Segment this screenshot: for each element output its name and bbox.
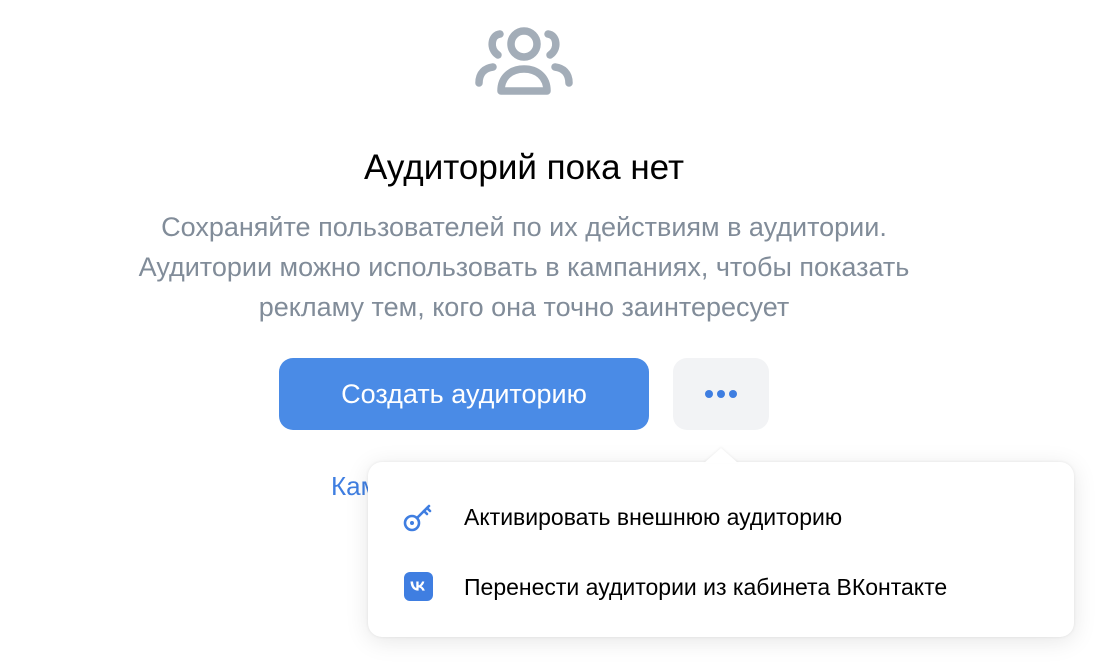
create-audience-button[interactable]: Создать аудиторию — [279, 358, 649, 430]
key-icon — [403, 504, 432, 532]
menu-item-label: Перенести аудитории из кабинета ВКонтакт… — [464, 574, 948, 600]
menu-item-activate-external-audience[interactable]: Активировать внешнюю аудиторию — [368, 482, 1074, 552]
description-line: рекламу тем, кого она точно заинтересует — [258, 292, 790, 322]
users-icon — [475, 27, 573, 95]
empty-state-title: Аудиторий пока нет — [363, 148, 684, 187]
vk-logo-icon — [404, 572, 433, 601]
audiences-page: Аудиторий пока нет Сохраняйте пользовате… — [0, 0, 1114, 666]
description-line: Сохраняйте пользователей по их действиям… — [161, 212, 887, 242]
more-options-dropdown: Активировать внешнюю аудиторию Перенести… — [368, 462, 1074, 637]
menu-item-label: Активировать внешнюю аудиторию — [464, 504, 843, 530]
menu-item-import-from-vk[interactable]: Перенести аудитории из кабинета ВКонтакт… — [368, 552, 1074, 622]
description-line: Аудитории можно использовать в кампаниях… — [138, 252, 910, 282]
empty-state-description: Сохраняйте пользователей по их действиям… — [0, 207, 1048, 327]
dropdown-arrow — [704, 448, 738, 463]
more-options-button[interactable] — [673, 358, 769, 430]
